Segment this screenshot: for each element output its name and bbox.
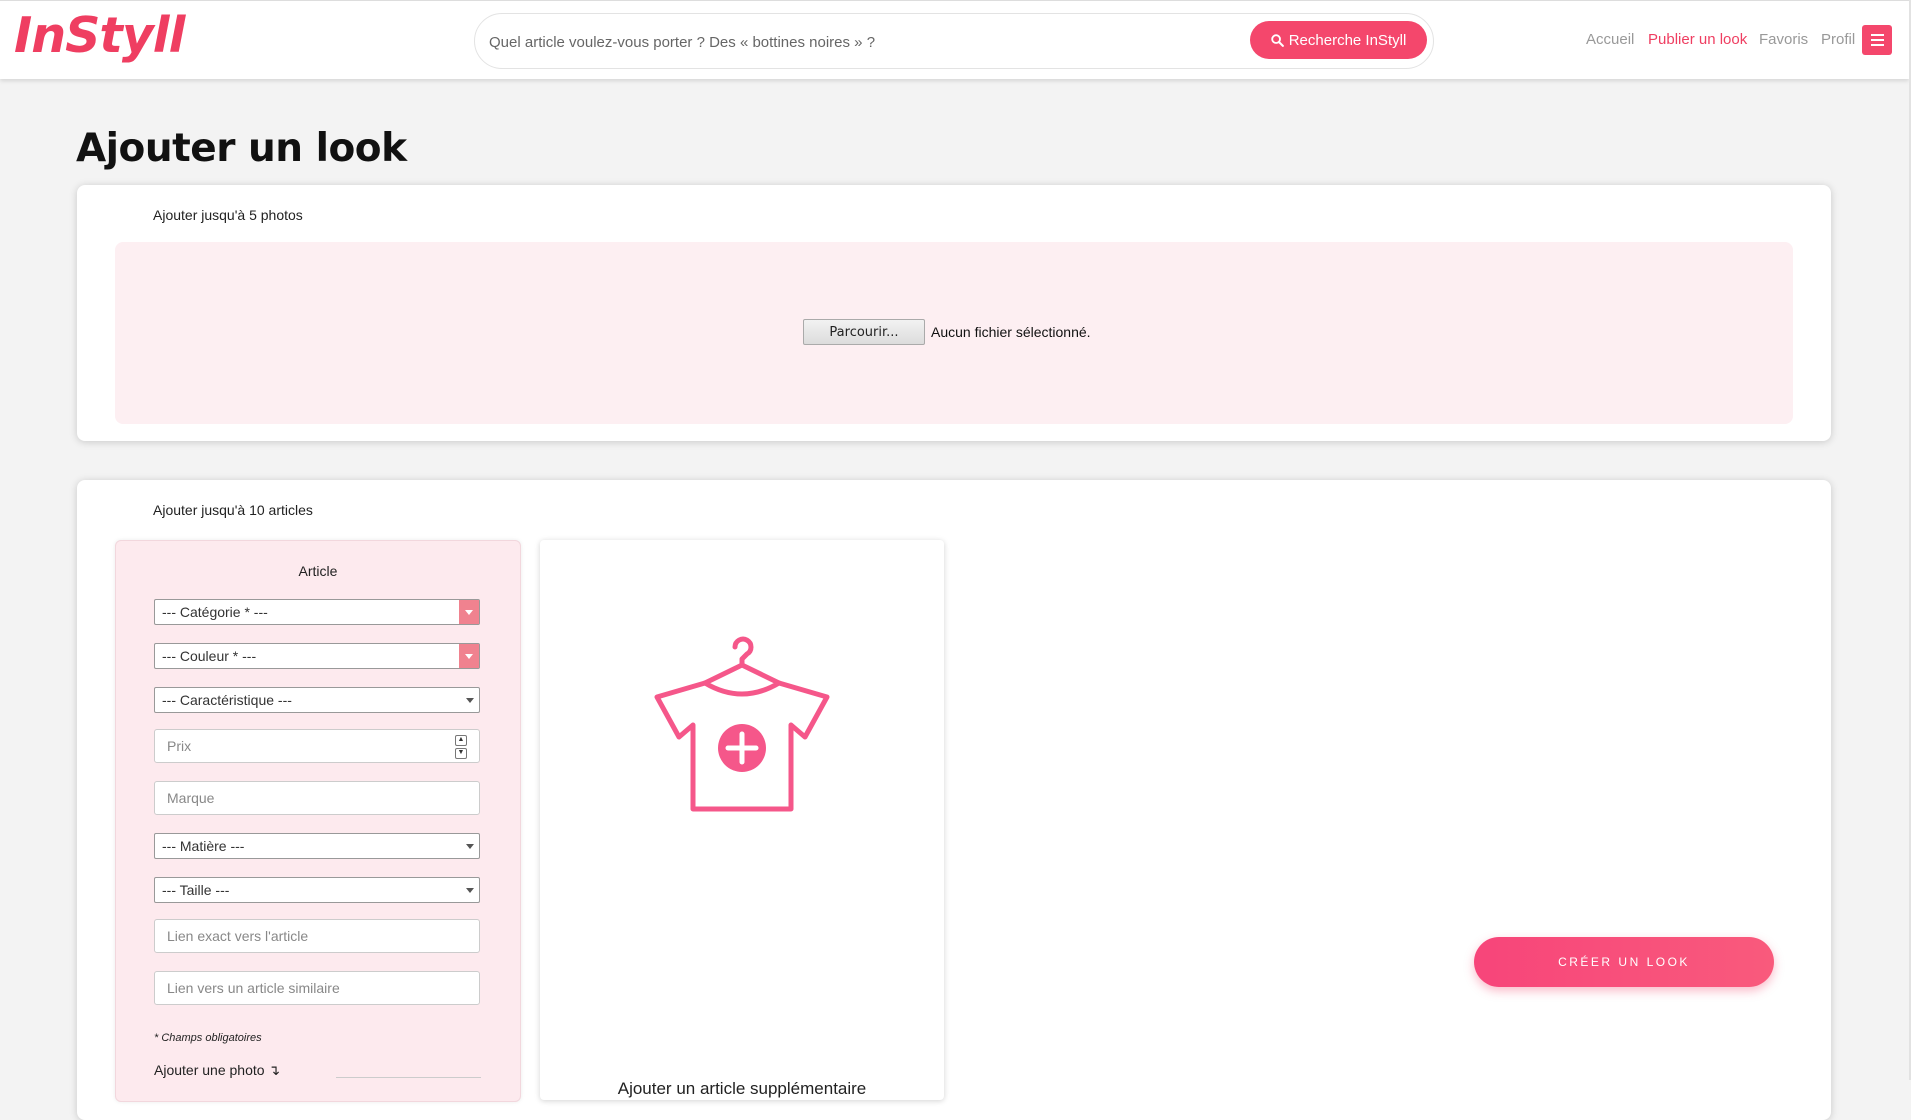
search-input[interactable]: [487, 26, 1211, 58]
shirt-hanger-plus-icon: [654, 636, 830, 812]
feature-select[interactable]: --- Caractéristique ---: [154, 687, 480, 713]
size-select-value: --- Taille ---: [162, 882, 230, 898]
article-form-title: Article: [298, 563, 338, 579]
file-status: Aucun fichier sélectionné.: [931, 324, 1091, 340]
chevron-down-icon: [459, 600, 479, 624]
size-select[interactable]: --- Taille ---: [154, 877, 480, 903]
required-note: * Champs obligatoires: [154, 1032, 262, 1044]
category-select-value: --- Catégorie * ---: [162, 604, 268, 620]
exact-link-input[interactable]: [155, 920, 479, 952]
similar-link-field[interactable]: [154, 971, 480, 1005]
photos-card: Ajouter jusqu'à 5 photos Parcourir... Au…: [77, 185, 1831, 441]
chevron-down-icon: [459, 644, 479, 668]
chevron-down-icon: [466, 844, 474, 849]
article-form: Article --- Catégorie * --- --- Couleur …: [115, 540, 521, 1102]
add-article-card[interactable]: Ajouter un article supplémentaire: [540, 540, 944, 1100]
articles-label: Ajouter jusqu'à 10 articles: [153, 502, 313, 518]
search-button[interactable]: Recherche InStyll: [1250, 21, 1427, 59]
color-select[interactable]: --- Couleur * ---: [154, 643, 480, 669]
articles-card: Ajouter jusqu'à 10 articles Article --- …: [77, 480, 1831, 1120]
nav-home[interactable]: Accueil: [1586, 31, 1634, 48]
hamburger-menu-icon[interactable]: [1862, 25, 1892, 55]
chevron-down-icon: [466, 888, 474, 893]
photos-label: Ajouter jusqu'à 5 photos: [153, 207, 303, 223]
add-photo-link[interactable]: Ajouter une photo ↴: [154, 1062, 280, 1079]
material-select[interactable]: --- Matière ---: [154, 833, 480, 859]
divider: [336, 1077, 481, 1078]
nav-publish-look[interactable]: Publier un look: [1648, 31, 1747, 48]
color-select-value: --- Couleur * ---: [162, 648, 257, 664]
material-select-value: --- Matière ---: [162, 838, 245, 854]
add-article-label: Ajouter un article supplémentaire: [617, 1079, 867, 1098]
chevron-down-icon: [466, 698, 474, 703]
browse-button[interactable]: Parcourir...: [803, 319, 925, 345]
price-stepper[interactable]: ▲ ▼: [455, 735, 467, 759]
search-button-label: Recherche InStyll: [1288, 31, 1407, 49]
search-bar: Recherche InStyll: [474, 13, 1434, 69]
chevron-up-icon[interactable]: ▲: [455, 735, 467, 746]
create-look-button[interactable]: CRÉER UN LOOK: [1474, 937, 1774, 987]
logo[interactable]: InStyll: [14, 7, 185, 64]
price-input[interactable]: [155, 730, 479, 762]
similar-link-input[interactable]: [155, 972, 479, 1004]
feature-select-value: --- Caractéristique ---: [162, 692, 292, 708]
nav-favorites[interactable]: Favoris: [1759, 31, 1808, 48]
brand-field[interactable]: [154, 781, 480, 815]
exact-link-field[interactable]: [154, 919, 480, 953]
search-icon: [1270, 33, 1284, 47]
category-select[interactable]: --- Catégorie * ---: [154, 599, 480, 625]
photo-dropzone[interactable]: Parcourir... Aucun fichier sélectionné.: [115, 242, 1793, 424]
price-field[interactable]: ▲ ▼: [154, 729, 480, 763]
page-title: Ajouter un look: [76, 126, 407, 171]
nav-profile[interactable]: Profil: [1821, 31, 1855, 48]
brand-input[interactable]: [155, 782, 479, 814]
chevron-down-icon[interactable]: ▼: [455, 748, 467, 759]
top-navbar: InStyll Recherche InStyll Accueil Publie…: [0, 0, 1909, 79]
